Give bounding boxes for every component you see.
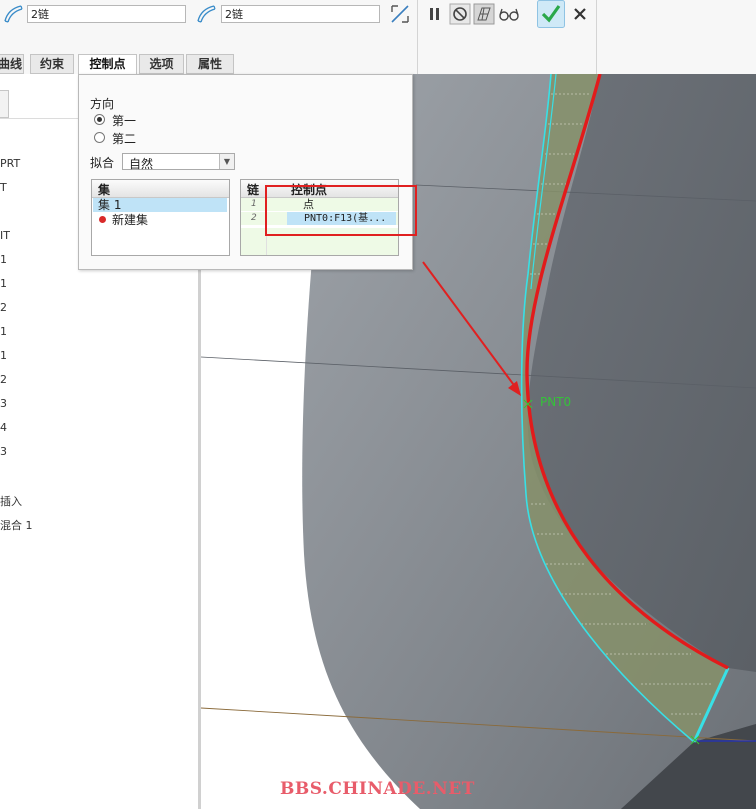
radio-second-label[interactable]: 第二 (112, 130, 136, 147)
tree-item[interactable]: 混合 1 (0, 517, 33, 533)
radio-second[interactable] (94, 132, 105, 143)
tab-curves[interactable]: 曲线 (0, 54, 24, 74)
tree-panel-tab[interactable] (0, 90, 9, 118)
tree-item[interactable]: T (0, 181, 7, 194)
annotation-highlight-box (265, 185, 417, 236)
set-header-label: 集 (98, 183, 111, 197)
fit-select[interactable]: 自然 ▼ (122, 153, 235, 171)
toolbar: 2链 2链 曲线 约束 控制点 选项 属性 (0, 0, 756, 75)
tree-item[interactable]: 4 (0, 421, 7, 434)
fit-value: 自然 (129, 157, 154, 171)
tree-item[interactable]: 1 (0, 277, 7, 290)
list-item-new-set[interactable]: 新建集 (93, 213, 227, 227)
no-preview-icon[interactable] (449, 3, 471, 25)
tab-constraints[interactable]: 约束 (30, 54, 74, 74)
tree-item[interactable]: 3 (0, 445, 7, 458)
direction-label: 方向 (90, 97, 115, 111)
tab-properties[interactable]: 属性 (186, 54, 234, 74)
chevron-down-icon: ▼ (219, 154, 234, 169)
new-set-label: 新建集 (112, 213, 149, 227)
surface-chain-icon[interactable] (195, 3, 217, 25)
list-item-set-1[interactable]: 集 1 (93, 198, 227, 212)
control-points-panel: 方向 第一 第二 拟合 自然 ▼ 集 集 1 新建集 链 控制点 1 点 2 P… (78, 74, 413, 270)
new-set-dot-icon (99, 216, 106, 223)
set-list-header: 集 (92, 180, 229, 198)
radio-first[interactable] (94, 114, 105, 125)
tree-item[interactable]: 3 (0, 397, 7, 410)
tab-options[interactable]: 选项 (139, 54, 184, 74)
tree-item[interactable]: 插入 (0, 493, 22, 509)
cancel-x-icon[interactable] (569, 3, 591, 25)
tree-item[interactable]: 2 (0, 373, 7, 386)
set-item-label: 集 1 (98, 198, 122, 212)
pause-icon[interactable] (424, 3, 446, 25)
surface-chain-icon[interactable] (2, 3, 24, 25)
tree-item[interactable]: 1 (0, 349, 7, 362)
confirm-check-icon[interactable] (537, 0, 565, 28)
fit-label: 拟合 (90, 156, 115, 170)
radio-first-label[interactable]: 第一 (112, 112, 136, 129)
toolbar-divider (417, 0, 418, 74)
tree-item[interactable]: 2 (0, 301, 7, 314)
chain2-collector[interactable]: 2链 (221, 5, 380, 23)
set-list: 集 集 1 新建集 (91, 179, 230, 256)
mesh-preview-icon[interactable] (473, 3, 495, 25)
tab-control-points[interactable]: 控制点 (78, 54, 137, 75)
row-number: 1 (251, 199, 257, 209)
tree-item[interactable]: 1 (0, 253, 7, 266)
chain1-collector[interactable]: 2链 (27, 5, 186, 23)
tree-item[interactable]: 1 (0, 325, 7, 338)
glasses-preview-icon[interactable] (498, 3, 520, 25)
tree-item[interactable]: PRT (0, 157, 20, 170)
watermark: BBS.CHINADE.NET (280, 779, 475, 799)
toolbar-divider (596, 0, 597, 74)
column-header-chain: 链 (247, 183, 260, 197)
point-label: PNT0 (540, 395, 572, 409)
row-number: 2 (251, 213, 257, 223)
flip-direction-icon[interactable] (389, 3, 411, 25)
tree-item[interactable]: IT (0, 229, 10, 242)
